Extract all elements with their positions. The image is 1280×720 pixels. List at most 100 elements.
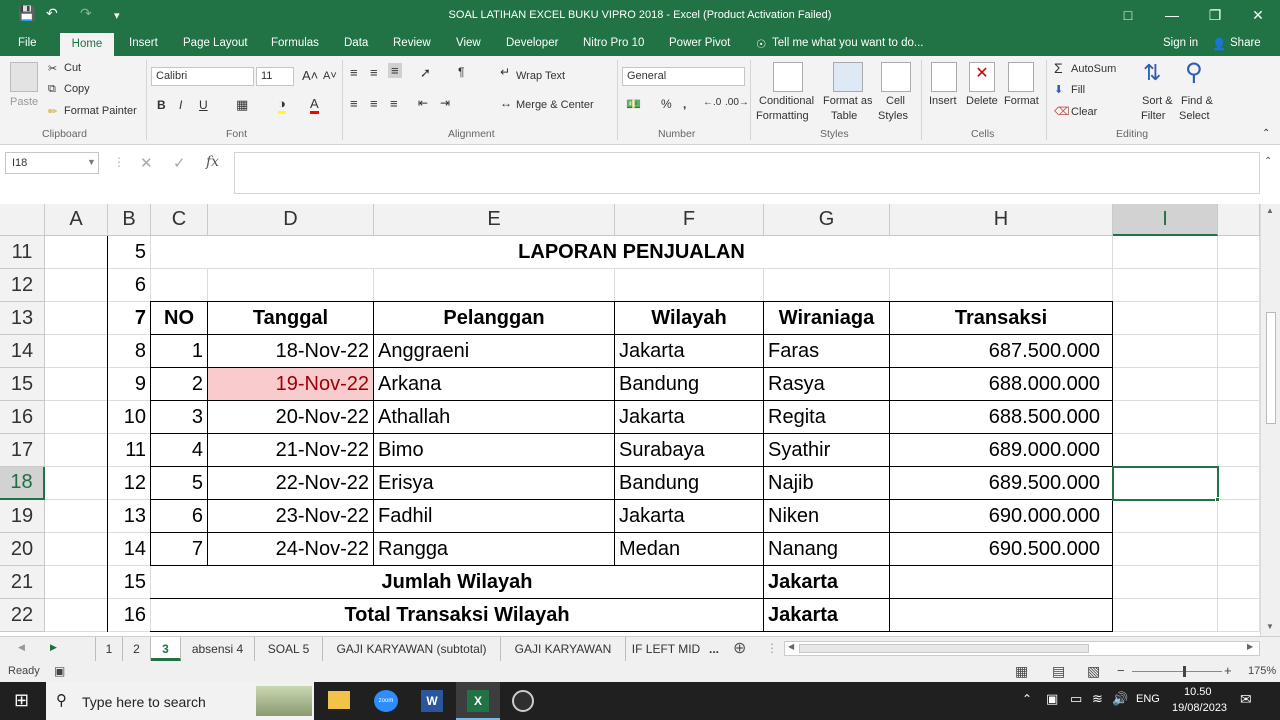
share-icon[interactable]: 👤 [1212, 37, 1226, 51]
cell-styles-label1[interactable]: Cell [886, 95, 905, 107]
tab-review[interactable]: Review [393, 37, 431, 49]
cell[interactable] [1113, 401, 1218, 434]
cell-wiraniaga[interactable]: Nanang [764, 533, 890, 566]
conditional-formatting-label2[interactable]: Formatting [756, 110, 809, 122]
sign-in-link[interactable]: Sign in [1163, 37, 1198, 49]
delete-cells-icon[interactable]: ✕ [969, 62, 995, 92]
ribbon-display-options-icon[interactable]: □ [1116, 4, 1140, 26]
cell-tanggal[interactable]: 23-Nov-22 [208, 500, 374, 533]
cell-tanggal[interactable]: 22-Nov-22 [208, 467, 374, 500]
insert-function-icon[interactable]: fx [206, 154, 219, 170]
cell[interactable] [374, 269, 615, 302]
cell[interactable]: 5 [108, 236, 151, 269]
align-right-icon[interactable]: ≡ [390, 96, 398, 111]
row-header[interactable]: 16 [0, 401, 45, 434]
page-layout-view-icon[interactable]: ▤ [1052, 663, 1065, 680]
cut-icon[interactable]: ✂ [48, 62, 57, 75]
format-as-table-label2[interactable]: Table [831, 110, 857, 122]
report-title[interactable]: LAPORAN PENJUALAN [151, 236, 1113, 269]
cell[interactable] [1113, 500, 1218, 533]
total-transaksi-result[interactable] [890, 599, 1113, 632]
cell[interactable] [45, 401, 108, 434]
wrap-text-icon[interactable]: ↵ [500, 65, 510, 79]
language-indicator[interactable]: ENG [1136, 693, 1160, 705]
cell-pelanggan[interactable]: Bimo [374, 434, 615, 467]
comma-style-icon[interactable]: , [683, 97, 686, 111]
row-header[interactable]: 19 [0, 500, 45, 533]
cell-tanggal[interactable]: 24-Nov-22 [208, 533, 374, 566]
cell-no[interactable]: 3 [151, 401, 208, 434]
name-box-dropdown-icon[interactable]: ▼ [87, 157, 96, 167]
tab-data[interactable]: Data [344, 37, 368, 49]
column-header-f[interactable]: F [615, 204, 764, 236]
italic-icon[interactable]: I [179, 98, 182, 112]
wrap-text-button[interactable]: Wrap Text [516, 70, 565, 82]
zoom-app-icon[interactable]: zoom [374, 690, 398, 712]
macro-recording-icon[interactable]: ▣ [54, 664, 65, 678]
cell-transaksi[interactable]: 690.000.000 [890, 500, 1113, 533]
select-all-corner[interactable] [0, 204, 45, 236]
formula-input[interactable] [234, 152, 1260, 194]
header-pelanggan[interactable]: Pelanggan [374, 302, 615, 335]
jumlah-wilayah-label[interactable]: Jumlah Wilayah [151, 566, 764, 599]
word-icon[interactable]: W [421, 690, 443, 712]
row-header[interactable]: 22 [0, 599, 45, 632]
cell[interactable] [1113, 368, 1218, 401]
minimize-icon[interactable]: — [1160, 4, 1184, 26]
cell-transaksi[interactable]: 689.000.000 [890, 434, 1113, 467]
tab-file[interactable]: File [18, 37, 37, 49]
increase-font-icon[interactable]: A˄ [302, 68, 318, 83]
borders-icon[interactable]: ▦ [236, 97, 248, 113]
cell-transaksi[interactable]: 688.500.000 [890, 401, 1113, 434]
autosum-button[interactable]: AutoSum [1071, 63, 1116, 75]
cell[interactable]: 7 [108, 302, 151, 335]
cell-styles-icon[interactable] [881, 62, 911, 92]
align-middle-icon[interactable]: ≡ [370, 65, 378, 80]
row-header[interactable]: 12 [0, 269, 45, 302]
find-select-label1[interactable]: Find & [1181, 95, 1213, 107]
decrease-decimal-icon[interactable]: .00→ [725, 97, 749, 108]
cell[interactable] [1113, 566, 1218, 599]
column-header-c[interactable]: C [151, 204, 208, 236]
maximize-icon[interactable]: ❐ [1203, 4, 1227, 26]
paste-button[interactable]: Paste [10, 96, 38, 108]
cell-styles-label2[interactable]: Styles [878, 110, 908, 122]
cell[interactable] [1113, 434, 1218, 467]
sort-filter-label2[interactable]: Filter [1141, 110, 1165, 122]
cell[interactable] [890, 269, 1113, 302]
clear-icon[interactable]: ⌫ [1054, 105, 1070, 118]
delete-cells-button[interactable]: Delete [966, 95, 998, 107]
cell[interactable] [151, 269, 208, 302]
scroll-right-icon[interactable]: ▶ [1247, 642, 1253, 651]
notifications-icon[interactable]: ✉ [1240, 691, 1252, 708]
name-box[interactable]: I18 [5, 152, 99, 174]
battery-icon[interactable]: ▭ [1070, 691, 1082, 707]
file-explorer-icon[interactable] [328, 691, 350, 709]
cell[interactable] [1218, 302, 1260, 335]
cell[interactable] [1218, 269, 1260, 302]
windows-start-icon[interactable]: ⊞ [14, 690, 29, 711]
cell-pelanggan[interactable]: Arkana [374, 368, 615, 401]
zoom-slider[interactable] [1132, 671, 1222, 672]
cell-wiraniaga[interactable]: Najib [764, 467, 890, 500]
cell-pelanggan[interactable]: Fadhil [374, 500, 615, 533]
font-color-icon[interactable]: A [310, 96, 319, 114]
cell[interactable] [45, 434, 108, 467]
insert-cells-icon[interactable] [931, 62, 957, 92]
cell-pelanggan[interactable]: Athallah [374, 401, 615, 434]
cell[interactable] [1113, 599, 1218, 632]
row-header[interactable]: 13 [0, 302, 45, 335]
cell-wilayah[interactable]: Bandung [615, 467, 764, 500]
excel-taskbar-button[interactable]: X [456, 682, 500, 720]
row-header[interactable]: 15 [0, 368, 45, 401]
row-header[interactable]: 20 [0, 533, 45, 566]
copy-icon[interactable]: ⧉ [48, 83, 56, 96]
cut-button[interactable]: Cut [64, 62, 81, 74]
sheet-tab-active[interactable]: 3 [151, 637, 181, 661]
tab-developer[interactable]: Developer [506, 37, 558, 49]
clear-button[interactable]: Clear [1071, 106, 1097, 118]
cell[interactable] [45, 467, 108, 500]
cell[interactable] [615, 269, 764, 302]
jumlah-wilayah-result[interactable] [890, 566, 1113, 599]
zoom-slider-thumb[interactable] [1183, 666, 1186, 677]
